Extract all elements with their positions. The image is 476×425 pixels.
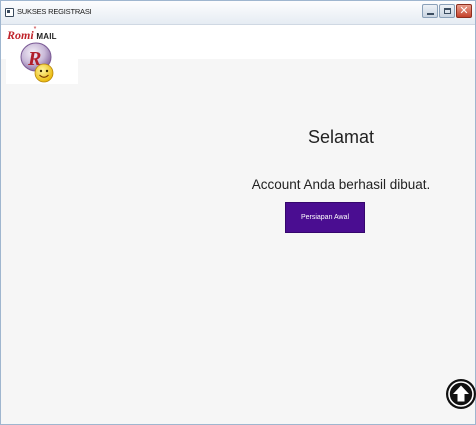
arrow-up-circle-icon xyxy=(448,381,474,407)
window-icon xyxy=(5,8,14,17)
close-button[interactable]: ✕ xyxy=(456,4,472,18)
window-controls: ✕ xyxy=(422,4,472,21)
minimize-button[interactable] xyxy=(422,4,438,18)
close-icon: ✕ xyxy=(459,4,469,17)
maximize-icon xyxy=(444,8,451,14)
maximize-button[interactable] xyxy=(439,4,455,18)
minimize-icon xyxy=(427,13,434,15)
initial-setup-button[interactable]: Persiapan Awal xyxy=(285,202,365,233)
title-bar: SUKSES REGISTRASI ✕ xyxy=(1,1,475,25)
scroll-to-top-button[interactable] xyxy=(446,379,476,409)
registration-success-window: SUKSES REGISTRASI ✕ Romi*MAIL R Selamat … xyxy=(0,0,476,425)
success-message: Account Anda berhasil dibuat. xyxy=(251,177,431,192)
logo-emblem-icon: R xyxy=(20,42,54,83)
window-title: SUKSES REGISTRASI xyxy=(17,7,92,16)
app-logo: Romi*MAIL R xyxy=(6,26,78,84)
greeting-heading: Selamat xyxy=(307,127,375,147)
